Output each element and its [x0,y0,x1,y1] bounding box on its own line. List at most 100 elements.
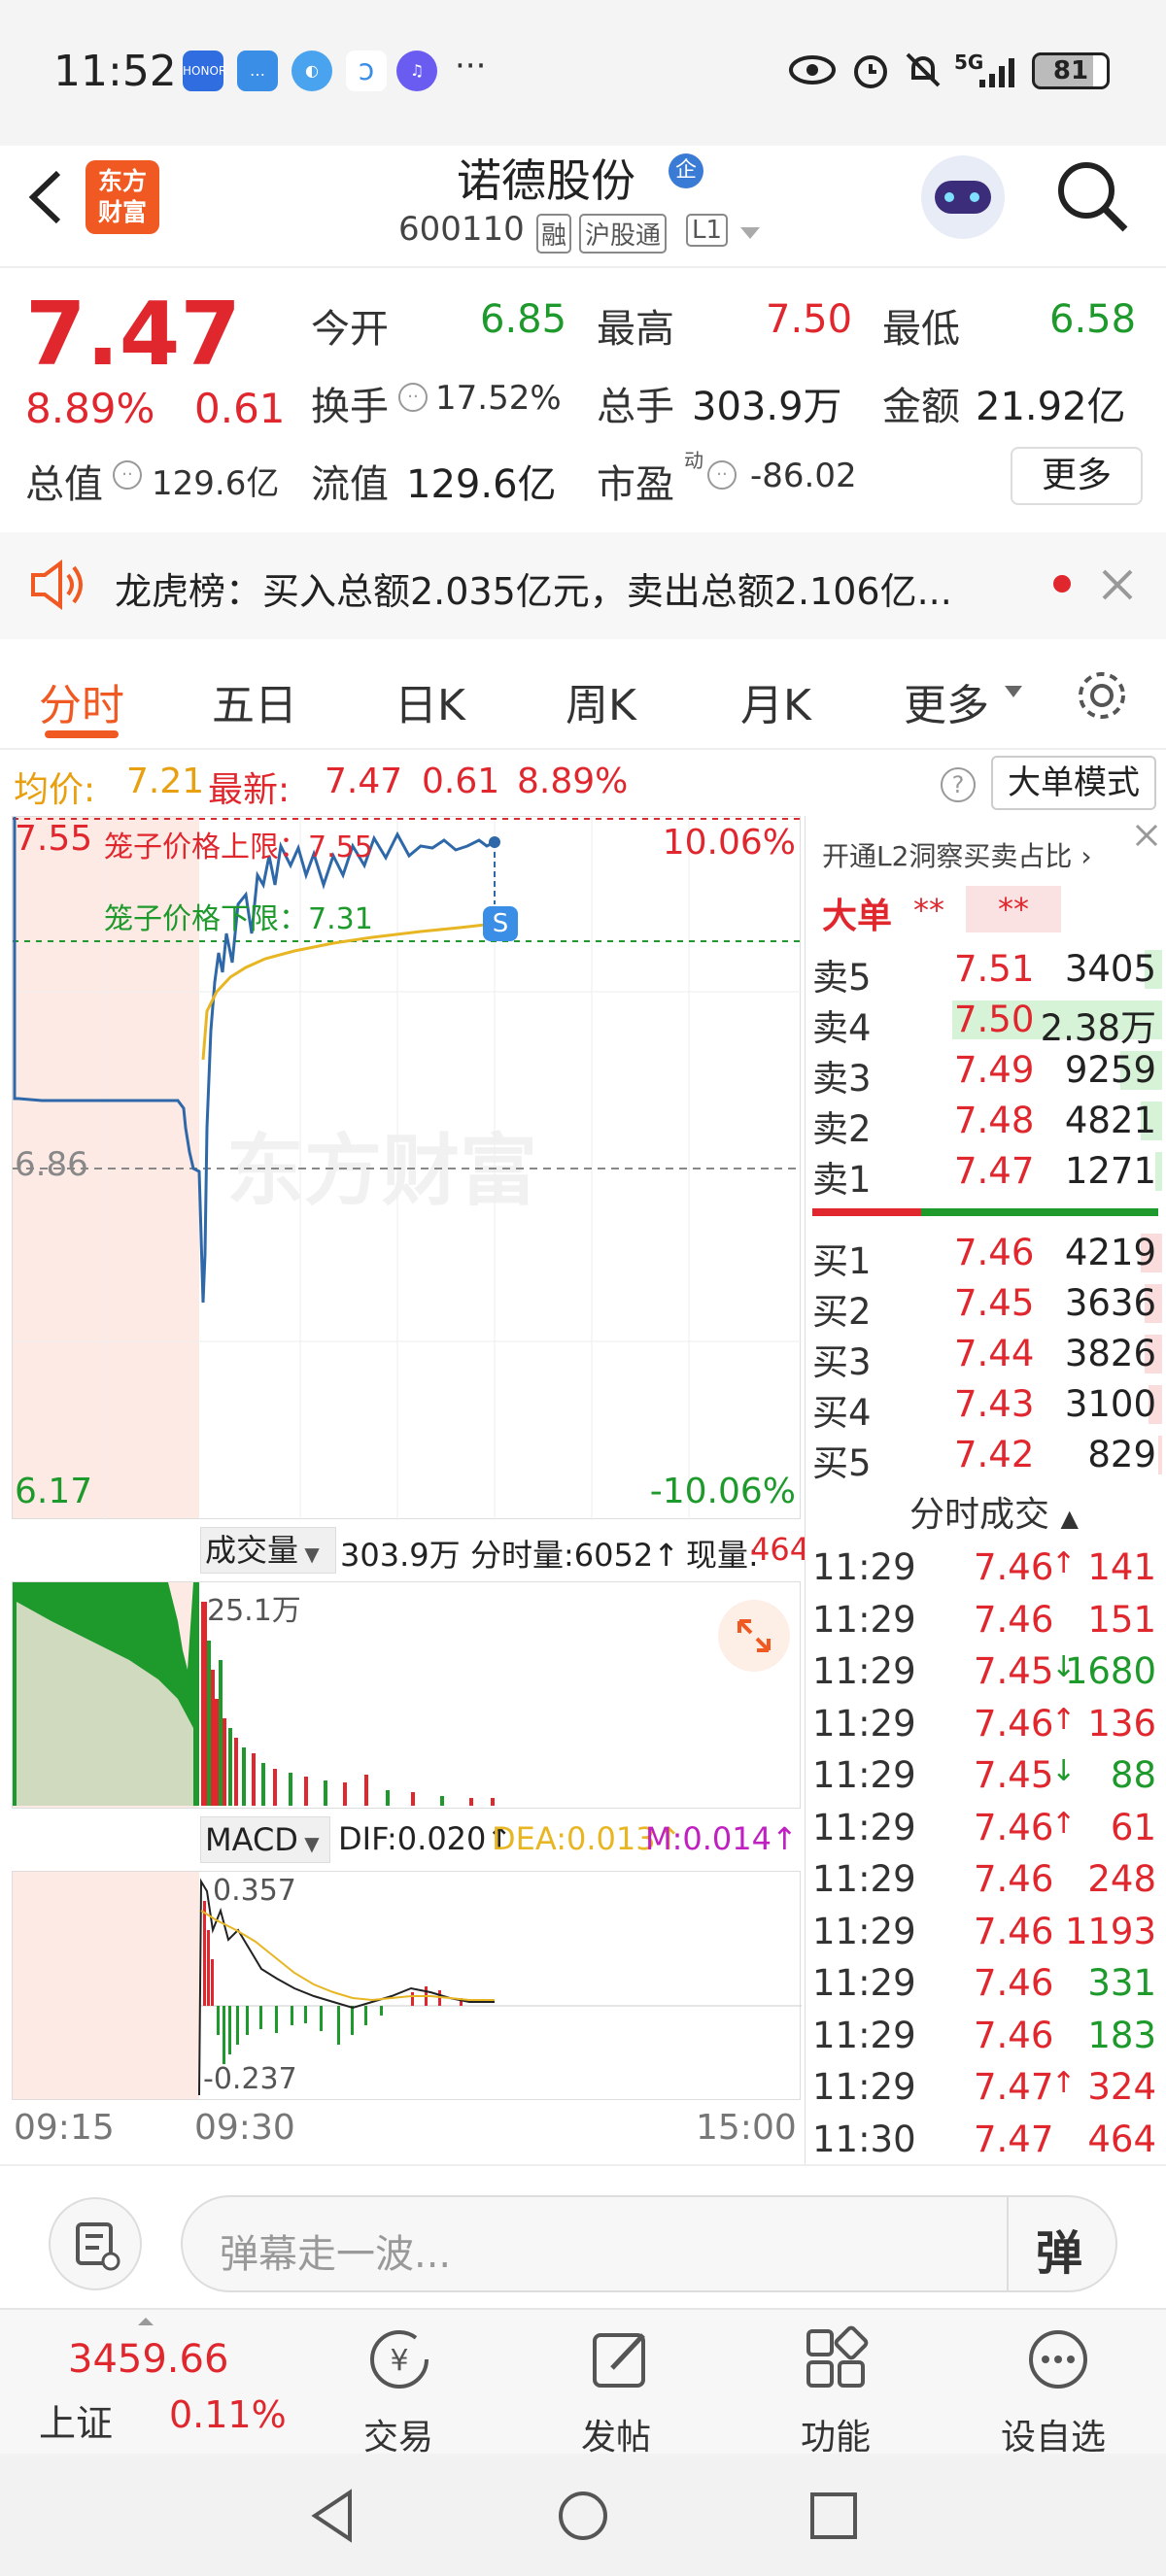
macd-max-label: 0.357 [213,1874,296,1908]
ask-level-row[interactable]: 卖1 7.47 1271 [812,1146,1162,1201]
trade-volume: 151 [1087,1598,1156,1641]
nav-back-icon[interactable] [309,2489,358,2543]
macd-chart[interactable]: 0.357 -0.237 [12,1871,802,2100]
nav-function[interactable]: 功能 [801,2409,871,2459]
trade-volume: 331 [1087,1962,1156,2004]
ask-level-row[interactable]: 卖3 7.49 9259 [812,1045,1162,1100]
trades-header[interactable]: 分时成交 ▲ [909,1486,1079,1537]
tab-more[interactable]: 更多 [904,670,989,732]
volume-chart[interactable]: 25.1万 [12,1581,801,1809]
eye-icon [789,55,836,85]
tab-five-day[interactable]: 五日 [212,670,297,732]
robot-avatar-icon[interactable] [921,155,1005,239]
level-volume: 3405 [1064,948,1156,990]
trade-time: 11:29 [812,2066,916,2108]
tab-monthly-k[interactable]: 月K [740,670,811,732]
post-icon[interactable] [587,2325,655,2393]
level-price: 7.43 [954,1383,1035,1425]
more-button[interactable]: 更多 [1011,447,1143,505]
danmaku-input[interactable]: 弹幕走一波... 弹 [181,2195,1117,2292]
tab-daily-k[interactable]: 日K [394,670,465,732]
trade-row: 11:29 7.46 151 [812,1595,1162,1645]
trade-icon[interactable]: ¥ [365,2325,433,2393]
close-icon[interactable] [1098,565,1137,604]
help-icon[interactable]: ? [941,767,976,802]
nav-recents-icon[interactable] [808,2491,859,2541]
level-tag: L1 [686,214,729,247]
info-icon[interactable]: ·· [707,460,737,490]
trade-row: 11:29 7.46 183 [812,2011,1162,2061]
trade-volume: 1193 [1064,1910,1156,1952]
trade-price: 7.47 [974,2118,1054,2160]
index-value[interactable]: 3459.66 [68,2337,228,2382]
gear-icon[interactable] [1073,666,1131,725]
bid-level-row[interactable]: 买5 7.42 829 [812,1430,1162,1484]
function-grid-icon[interactable] [803,2325,871,2393]
trade-price: 7.46 [974,1910,1054,1952]
volume-selector[interactable]: 成交量 ▼ [200,1527,336,1574]
trade-price: 7.46 [974,2014,1054,2056]
trade-volume: 324 [1087,2066,1156,2108]
expand-icon[interactable] [718,1600,790,1672]
info-icon[interactable]: ·· [398,383,428,412]
level-price: 7.47 [954,1150,1035,1192]
s-marker[interactable]: S [483,906,518,941]
nav-add-watchlist[interactable]: 设自选 [1001,2409,1106,2459]
info-icon[interactable]: ·· [113,460,142,490]
open-value: 6.85 [480,297,567,342]
pct-min-label: -10.06% [649,1472,796,1511]
enterprise-badge: 企 [669,153,703,188]
close-icon[interactable] [1133,822,1160,849]
trade-row: 11:29 7.46 248 [812,1854,1162,1905]
dropdown-icon[interactable] [738,225,762,241]
index-name[interactable]: 上证 [39,2393,113,2447]
danmaku-placeholder: 弹幕走一波... [220,2232,452,2277]
ask-level-row[interactable]: 卖4 7.50 2.38万 [812,995,1162,1049]
tab-weekly-k[interactable]: 周K [566,670,636,732]
latest-label: 最新: [208,770,291,810]
trade-time: 11:29 [812,1806,916,1848]
trade-row: 11:29 7.46 331 [812,1958,1162,2009]
high-label: 最高 [597,307,674,352]
tab-intraday[interactable]: 分时 [39,670,124,732]
nav-trade[interactable]: 交易 [363,2409,433,2459]
level-label: 卖1 [812,1159,872,1201]
bid-level-row[interactable]: 买2 7.45 3636 [812,1278,1162,1333]
ask-level-row[interactable]: 卖2 7.48 4821 [812,1096,1162,1150]
volume-now-label: 现量: [686,1537,759,1574]
bid-level-row[interactable]: 买1 7.46 4219 [812,1228,1162,1282]
trade-row: 11:29 7.45 ↓ 88 [812,1750,1162,1801]
level-price: 7.49 [954,1049,1035,1091]
trade-volume: 136 [1087,1702,1156,1745]
danmaku-toggle-icon[interactable]: 弹 [1036,2215,1082,2283]
volume-value: 303.9万 [692,385,842,429]
index-pct[interactable]: 0.11% [169,2393,287,2436]
add-watchlist-icon[interactable] [1024,2325,1092,2393]
turnover-label: 换手 [311,385,389,429]
trade-time: 11:29 [812,1702,916,1745]
macd-selector[interactable]: MACD ▼ [200,1816,330,1863]
bid-level-row[interactable]: 买3 7.44 3826 [812,1329,1162,1383]
volume-now-value: 464 [750,1531,810,1568]
level-label: 卖3 [812,1058,872,1100]
danmaku-settings-icon[interactable] [49,2197,142,2290]
nav-post[interactable]: 发帖 [581,2409,651,2459]
back-arrow-icon[interactable] [23,167,66,227]
nav-home-icon[interactable] [556,2489,610,2543]
level-price: 7.46 [954,1232,1035,1273]
level-price: 7.51 [954,948,1035,990]
big-order-mode-button[interactable]: 大单模式 [991,756,1156,810]
level-label: 买2 [812,1291,872,1333]
level-volume: 9259 [1064,1049,1156,1091]
search-icon[interactable] [1053,157,1131,235]
notice-text[interactable]: 龙虎榜：买入总额2.035亿元，卖出总额2.106亿... [115,561,1028,615]
chevron-up-icon[interactable] [136,2316,155,2327]
level-label: 买4 [812,1392,872,1434]
low-value: 6.58 [1049,297,1137,342]
l2-promo[interactable]: 开通L2洞察买卖占比 › [822,835,1092,874]
trade-time: 11:29 [812,1598,916,1641]
ask-level-row[interactable]: 卖5 7.51 3405 [812,944,1162,999]
margin-tag: 融 [536,214,572,254]
bid-level-row[interactable]: 买4 7.43 3100 [812,1379,1162,1434]
price-chart[interactable]: 东方财富 S 7.55 笼子价格上限：7.55 笼子价格下限：7.31 6.86… [12,816,802,1520]
